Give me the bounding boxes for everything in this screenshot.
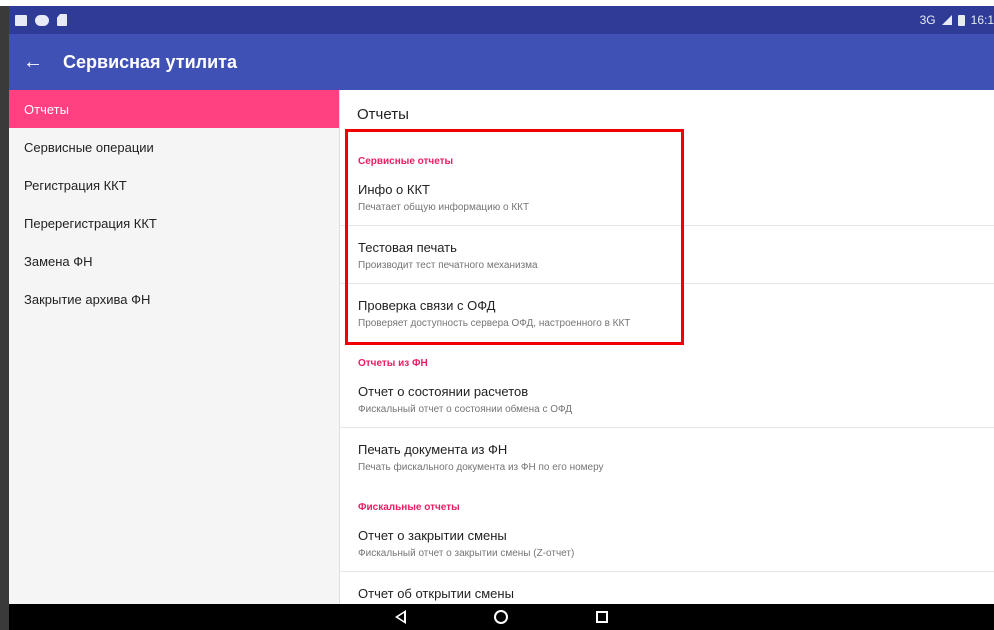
content-title: Отчеты	[357, 106, 409, 123]
battery-icon	[957, 14, 965, 26]
pref-title: Отчет о закрытии смены	[358, 528, 507, 543]
pref-summary: Фискальный отчет о закрытии смены (Z-отч…	[358, 548, 575, 559]
navigation-bar	[9, 604, 994, 630]
sidebar-item-fn-archive-close[interactable]: Закрытие архива ФН	[9, 280, 339, 318]
network-type: 3G	[919, 13, 936, 27]
app-bar: ← Сервисная утилита	[9, 34, 994, 90]
clock: 16:1	[970, 13, 994, 27]
section-header-fiscal-reports: Фискальные отчеты	[358, 502, 460, 513]
sidebar-item-reports[interactable]: Отчеты	[9, 90, 339, 128]
chat-notification-icon	[35, 14, 49, 26]
left-frame-edge	[0, 0, 9, 630]
nav-recent-apps-icon[interactable]	[596, 611, 608, 623]
image-notification-icon	[15, 14, 27, 26]
pref-item-shift-close-report[interactable]: Отчет о закрытии смены Фискальный отчет …	[340, 514, 994, 572]
pref-summary: Фискальный отчет о состоянии обмена с ОФ…	[358, 404, 573, 415]
pref-title: Отчет об открытии смены	[358, 586, 514, 601]
pref-item-shift-open-report[interactable]: Отчет об открытии смены	[340, 572, 994, 604]
signal-icon	[941, 15, 952, 25]
sd-card-icon	[57, 14, 67, 26]
sidebar-item-kkt-registration[interactable]: Регистрация ККТ	[9, 166, 339, 204]
sidebar-item-service-operations[interactable]: Сервисные операции	[9, 128, 339, 166]
pref-title: Печать документа из ФН	[358, 442, 508, 457]
nav-back-icon[interactable]	[395, 610, 406, 624]
pref-title: Отчет о состоянии расчетов	[358, 384, 529, 399]
nav-home-icon[interactable]	[494, 610, 508, 624]
app-title: Сервисная утилита	[63, 51, 237, 72]
pref-item-print-fn-document[interactable]: Печать документа из ФН Печать фискальног…	[340, 428, 994, 486]
pref-summary: Печать фискального документа из ФН по ег…	[358, 462, 604, 473]
sidebar-item-kkt-reregistration[interactable]: Перерегистрация ККТ	[9, 204, 339, 242]
sidebar-item-fn-replacement[interactable]: Замена ФН	[9, 242, 339, 280]
pref-item-settlement-status[interactable]: Отчет о состоянии расчетов Фискальный от…	[340, 370, 994, 428]
status-right-area: 3G 16:1	[920, 6, 994, 34]
section-header-fn-reports: Отчеты из ФН	[358, 358, 428, 369]
back-arrow-icon[interactable]: ←	[9, 34, 57, 90]
sidebar: Отчеты Сервисные операции Регистрация КК…	[9, 90, 340, 604]
notification-icons	[9, 14, 67, 26]
highlight-annotation-box	[345, 129, 684, 345]
status-bar: 3G 16:1	[9, 6, 994, 34]
